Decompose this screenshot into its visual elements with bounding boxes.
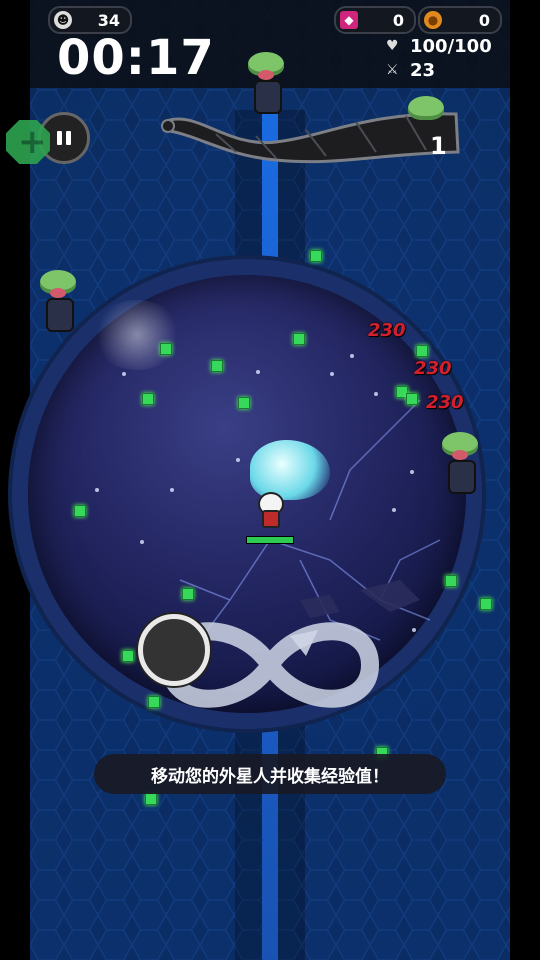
enemy-left <box>38 270 78 332</box>
player-hp-bar <box>246 536 294 544</box>
xp-gem <box>145 793 157 805</box>
arena-star <box>410 470 414 474</box>
arena-star <box>95 488 99 492</box>
attack-value: 23 <box>410 60 436 81</box>
damage-number: 230 <box>414 358 452 379</box>
player-hp-fill <box>247 537 293 543</box>
xp-gem <box>142 393 154 405</box>
skull-count: 34 <box>97 10 120 30</box>
arena-star <box>412 628 416 632</box>
enemy-top-right <box>406 96 446 122</box>
xp-gem <box>480 598 492 610</box>
gem-counter: ◆ 0 <box>334 6 416 34</box>
gem-count: 0 <box>392 10 404 30</box>
coin-counter: ● 0 <box>418 6 502 34</box>
tutorial-tip-text: 移动您的外星人并收集经验值！ <box>151 766 389 787</box>
skull-icon: ☻ <box>54 11 72 29</box>
xp-gem <box>160 343 172 355</box>
coin-count: 0 <box>478 10 490 30</box>
player-body <box>262 510 280 528</box>
damage-number: 230 <box>368 320 406 341</box>
xp-gem <box>310 250 322 262</box>
hp-stat: ♥ 100/100 <box>386 36 492 57</box>
arena-star <box>236 458 240 462</box>
enemy-face <box>258 70 274 80</box>
player-alien <box>256 492 284 528</box>
arena-star <box>122 372 126 376</box>
enemy-right <box>440 432 480 494</box>
damage-number: 230 <box>426 392 464 413</box>
xp-gem <box>211 360 223 372</box>
wave-number: 1 <box>430 132 447 160</box>
arena-star <box>140 540 144 544</box>
coin-icon: ● <box>424 11 442 29</box>
xp-gem <box>416 345 428 357</box>
xp-gem <box>182 588 194 600</box>
arena-star <box>350 354 354 358</box>
xp-gem <box>238 397 250 409</box>
enemy-top <box>246 52 286 114</box>
arena-star <box>330 372 334 376</box>
tutorial-tip: 移动您的外星人并收集经验值！ <box>94 754 446 794</box>
pause-icon <box>57 131 62 145</box>
xp-gem <box>122 650 134 662</box>
arena-star <box>374 392 378 396</box>
xp-gem <box>293 333 305 345</box>
arena-star <box>256 370 260 374</box>
elapsed-timer: 00:17 <box>57 30 215 86</box>
arena-star <box>170 488 174 492</box>
xp-gem <box>74 505 86 517</box>
attack-stat: ⚔ 23 <box>386 60 435 81</box>
arena-star <box>392 508 396 512</box>
xp-gem <box>406 393 418 405</box>
gem-icon: ◆ <box>340 11 358 29</box>
sword-icon: ⚔ <box>386 61 399 78</box>
xp-gem <box>445 575 457 587</box>
hp-value: 100/100 <box>410 36 492 57</box>
heart-hp-icon: ♥ <box>386 37 399 54</box>
virtual-joystick[interactable] <box>138 614 210 686</box>
